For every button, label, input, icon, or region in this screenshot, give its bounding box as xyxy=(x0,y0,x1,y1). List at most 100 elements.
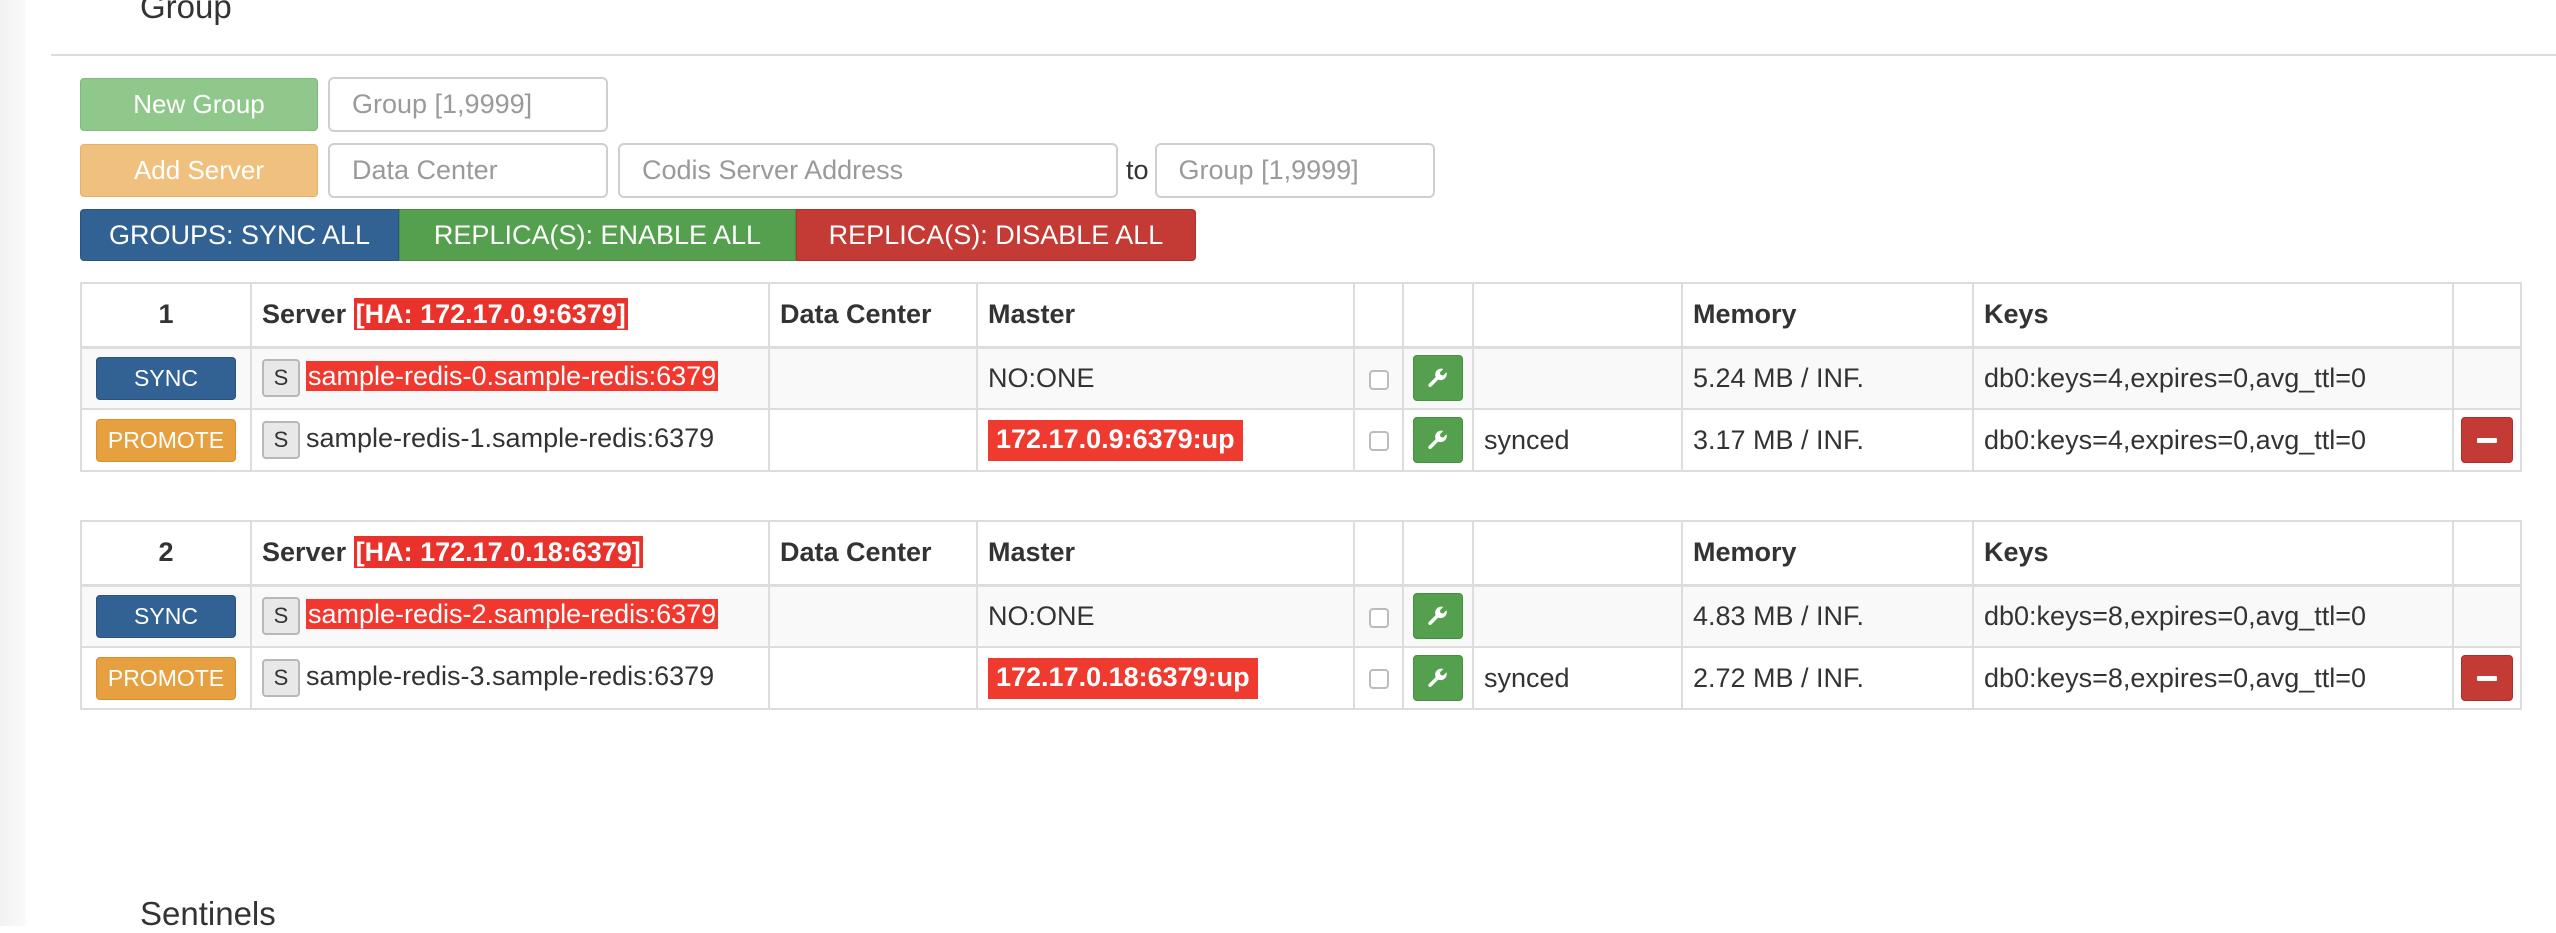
replica-checkbox[interactable] xyxy=(1368,369,1389,390)
config-column-header xyxy=(1402,520,1474,587)
left-gutter xyxy=(0,0,26,926)
server-address-input[interactable] xyxy=(618,143,1118,198)
checkbox-column-header xyxy=(1353,282,1404,349)
keys-cell: db0:keys=8,expires=0,avg_ttl=0 xyxy=(1972,646,2454,710)
to-label: to xyxy=(1126,155,1149,185)
master-column-header: Master xyxy=(976,282,1355,349)
server-s-button[interactable]: S xyxy=(262,659,300,697)
bulk-action-group: GROUPS: SYNC ALL REPLICA(S): ENABLE ALL … xyxy=(80,209,1196,261)
replicas-enable-all-button[interactable]: REPLICA(S): ENABLE ALL xyxy=(399,209,796,261)
server-s-button[interactable]: S xyxy=(262,421,300,459)
status-cell xyxy=(1472,346,1683,410)
status-cell: synced xyxy=(1472,408,1683,472)
memory-column-header: Memory xyxy=(1681,282,1974,349)
data-center-column-header: Data Center xyxy=(768,282,978,349)
data-center-cell xyxy=(768,584,978,648)
server-s-button[interactable]: S xyxy=(262,597,300,636)
table-row: PROMOTE Ssample-redis-3.sample-redis:637… xyxy=(80,646,2522,710)
data-center-cell xyxy=(768,346,978,410)
server-address: sample-redis-1.sample-redis:6379 xyxy=(306,423,715,454)
keys-cell: db0:keys=4,expires=0,avg_ttl=0 xyxy=(1972,408,2454,472)
checkbox-cell xyxy=(1353,408,1404,472)
add-server-row: Add Server to xyxy=(80,143,1435,198)
config-cell xyxy=(1402,408,1474,472)
server-header-label: Server xyxy=(262,299,347,330)
server-cell: Ssample-redis-1.sample-redis:6379 xyxy=(250,408,770,472)
data-center-column-header: Data Center xyxy=(768,520,978,587)
config-column-header xyxy=(1402,282,1474,349)
remove-cell xyxy=(2452,646,2522,710)
sync-button[interactable]: SYNC xyxy=(96,356,236,400)
target-group-input[interactable] xyxy=(1154,143,1435,198)
server-address: sample-redis-3.sample-redis:6379 xyxy=(306,661,715,692)
section-title-group: Group xyxy=(140,0,232,25)
wrench-icon[interactable] xyxy=(1413,593,1463,640)
memory-cell: 5.24 MB / INF. xyxy=(1681,346,1974,410)
group-header-row: 2 Server [HA: 172.17.0.18:6379] Data Cen… xyxy=(80,520,2522,587)
master-cell: NO:ONE xyxy=(976,584,1355,648)
add-server-button[interactable]: Add Server xyxy=(80,144,318,197)
config-cell xyxy=(1402,346,1474,410)
wrench-icon[interactable] xyxy=(1413,355,1463,402)
groups-sync-all-button[interactable]: GROUPS: SYNC ALL xyxy=(80,209,399,261)
server-cell: Ssample-redis-0.sample-redis:6379 xyxy=(250,346,770,410)
server-column-header: Server [HA: 172.17.0.9:6379] xyxy=(250,282,770,349)
table-row: SYNC Ssample-redis-2.sample-redis:6379 N… xyxy=(80,584,2522,648)
server-address: sample-redis-2.sample-redis:6379 xyxy=(306,599,719,630)
sync-button[interactable]: SYNC xyxy=(96,594,236,638)
ha-address-badge: [HA: 172.17.0.18:6379] xyxy=(352,535,644,570)
config-cell xyxy=(1402,584,1474,648)
new-group-button[interactable]: New Group xyxy=(80,78,318,131)
data-center-cell xyxy=(768,408,978,472)
server-s-button[interactable]: S xyxy=(262,359,300,398)
remove-cell xyxy=(2452,408,2522,472)
replica-checkbox[interactable] xyxy=(1368,431,1389,452)
memory-column-header: Memory xyxy=(1681,520,1974,587)
group-id-input[interactable] xyxy=(328,77,608,132)
action-cell: PROMOTE xyxy=(80,408,252,472)
section-divider xyxy=(51,54,2556,56)
status-cell xyxy=(1472,584,1683,648)
memory-cell: 4.83 MB / INF. xyxy=(1681,584,1974,648)
promote-button[interactable]: PROMOTE xyxy=(96,656,236,700)
server-column-header: Server [HA: 172.17.0.18:6379] xyxy=(250,520,770,587)
group-id: 2 xyxy=(80,520,252,587)
minus-icon[interactable] xyxy=(2461,417,2513,463)
group-id: 1 xyxy=(80,282,252,349)
group-table-2: 2 Server [HA: 172.17.0.18:6379] Data Cen… xyxy=(80,520,2522,710)
ha-address-badge: [HA: 172.17.0.9:6379] xyxy=(352,297,629,332)
remove-cell xyxy=(2452,346,2522,410)
remove-column-header xyxy=(2452,520,2522,587)
master-status-badge: 172.17.0.18:6379:up xyxy=(988,657,1258,699)
replica-checkbox[interactable] xyxy=(1368,607,1389,628)
new-group-row: New Group xyxy=(80,77,608,132)
config-cell xyxy=(1402,646,1474,710)
action-cell: SYNC xyxy=(80,346,252,410)
promote-button[interactable]: PROMOTE xyxy=(96,418,236,462)
checkbox-column-header xyxy=(1353,520,1404,587)
data-center-input[interactable] xyxy=(328,143,608,198)
table-row: PROMOTE Ssample-redis-1.sample-redis:637… xyxy=(80,408,2522,472)
wrench-icon[interactable] xyxy=(1413,417,1463,463)
master-cell: 172.17.0.18:6379:up xyxy=(976,646,1355,710)
master-status-badge: 172.17.0.9:6379:up xyxy=(988,419,1243,461)
table-row: SYNC Ssample-redis-0.sample-redis:6379 N… xyxy=(80,346,2522,410)
replicas-disable-all-button[interactable]: REPLICA(S): DISABLE ALL xyxy=(796,209,1196,261)
group-table-1: 1 Server [HA: 172.17.0.9:6379] Data Cent… xyxy=(80,282,2522,472)
memory-cell: 3.17 MB / INF. xyxy=(1681,408,1974,472)
wrench-icon[interactable] xyxy=(1413,655,1463,701)
server-cell: Ssample-redis-3.sample-redis:6379 xyxy=(250,646,770,710)
section-title-sentinels: Sentinels xyxy=(140,895,276,932)
replica-checkbox[interactable] xyxy=(1368,669,1389,690)
remove-column-header xyxy=(2452,282,2522,349)
action-cell: PROMOTE xyxy=(80,646,252,710)
master-cell: 172.17.0.9:6379:up xyxy=(976,408,1355,472)
server-cell: Ssample-redis-2.sample-redis:6379 xyxy=(250,584,770,648)
keys-column-header: Keys xyxy=(1972,282,2454,349)
status-column-header xyxy=(1472,282,1683,349)
keys-cell: db0:keys=8,expires=0,avg_ttl=0 xyxy=(1972,584,2454,648)
keys-cell: db0:keys=4,expires=0,avg_ttl=0 xyxy=(1972,346,2454,410)
minus-icon[interactable] xyxy=(2461,655,2513,701)
master-column-header: Master xyxy=(976,520,1355,587)
group-header-row: 1 Server [HA: 172.17.0.9:6379] Data Cent… xyxy=(80,282,2522,349)
